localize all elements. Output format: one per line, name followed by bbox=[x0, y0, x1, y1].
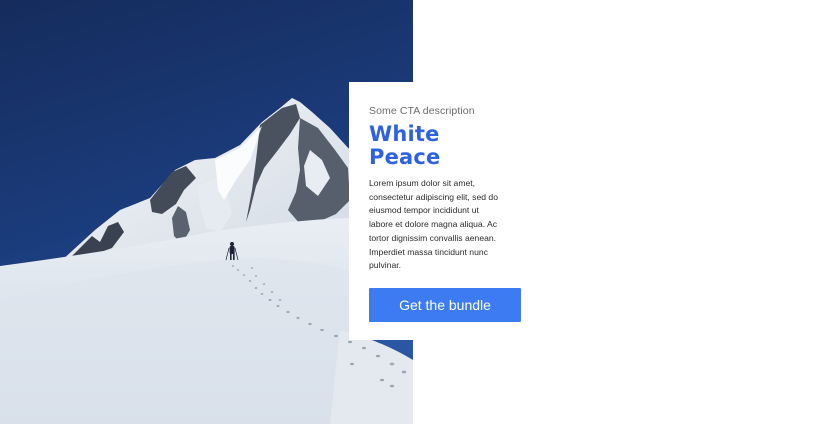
cta-body-text: Lorem ipsum dolor sit amet, consectetur … bbox=[369, 177, 521, 273]
cta-section: Some CTA description White Peace Lorem i… bbox=[0, 0, 827, 424]
cta-title: White Peace bbox=[369, 123, 521, 169]
body-line: Imperdiet massa tincidunt nunc bbox=[369, 246, 488, 257]
body-line: eiusmod tempor incididunt ut bbox=[369, 205, 479, 216]
body-line: tortor dignissim convallis aenean. bbox=[369, 232, 497, 243]
cta-card: Some CTA description White Peace Lorem i… bbox=[349, 82, 521, 340]
cta-title-line: Peace bbox=[369, 145, 441, 169]
cta-description: Some CTA description bbox=[369, 105, 475, 117]
body-line: pulvinar. bbox=[369, 260, 402, 271]
get-bundle-button[interactable]: Get the bundle bbox=[369, 288, 521, 322]
body-line: labore et dolore magna aliqua. Ac bbox=[369, 219, 498, 230]
cta-title-line: White bbox=[369, 122, 440, 146]
body-line: Lorem ipsum dolor sit amet, bbox=[369, 178, 476, 188]
body-line: consectetur adipiscing elit, sed do bbox=[369, 191, 498, 202]
